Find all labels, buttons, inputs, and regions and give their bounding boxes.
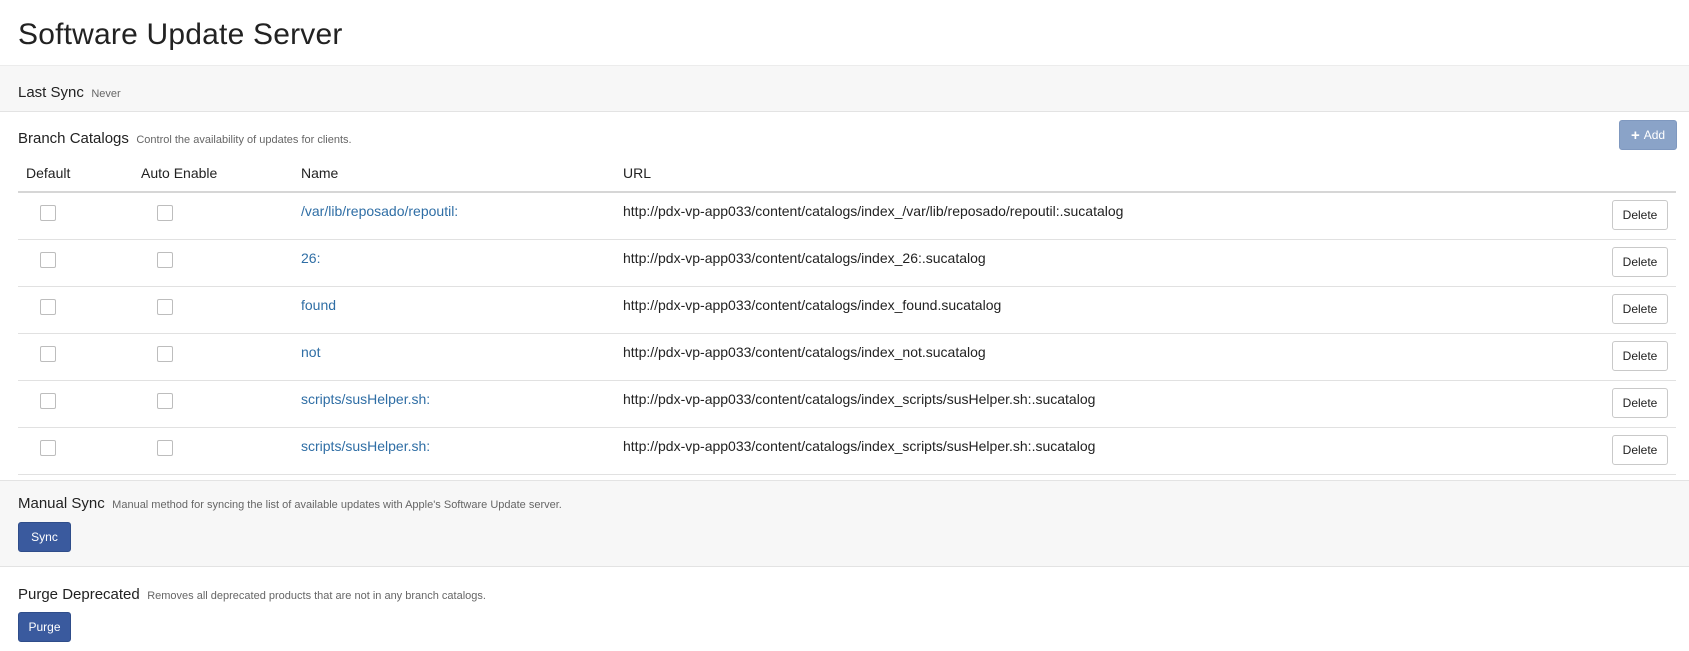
last-sync-label: Last Sync	[18, 84, 84, 101]
purge-deprecated-label: Purge Deprecated	[18, 586, 140, 603]
delete-button[interactable]: Delete	[1612, 293, 1668, 324]
branch-catalogs-table: Default Auto Enable Name URL /var/lib/re…	[18, 157, 1676, 475]
default-checkbox[interactable]	[40, 439, 56, 456]
manual-sync-label: Manual Sync	[18, 495, 105, 512]
table-row: found http://pdx-vp-app033/content/catal…	[18, 286, 1676, 334]
table-header-row: Default Auto Enable Name URL	[18, 157, 1676, 193]
sync-button[interactable]: Sync	[18, 522, 71, 552]
catalog-name-link[interactable]: 26:	[301, 250, 320, 266]
catalog-url: http://pdx-vp-app033/content/catalogs/in…	[623, 437, 1096, 454]
catalog-url: http://pdx-vp-app033/content/catalogs/in…	[623, 296, 1002, 313]
column-header-actions	[1596, 157, 1676, 193]
auto-enable-checkbox[interactable]	[157, 251, 173, 268]
column-header-url[interactable]: URL	[615, 157, 1596, 193]
plus-icon: +	[1630, 126, 1640, 144]
auto-enable-checkbox[interactable]	[157, 345, 173, 362]
table-row: 26: http://pdx-vp-app033/content/catalog…	[18, 239, 1676, 287]
catalog-url: http://pdx-vp-app033/content/catalogs/in…	[623, 390, 1096, 407]
table-row: scripts/susHelper.sh: http://pdx-vp-app0…	[18, 380, 1676, 428]
catalog-url: http://pdx-vp-app033/content/catalogs/in…	[623, 343, 986, 360]
add-catalog-button[interactable]: + Add	[1619, 120, 1677, 150]
auto-enable-checkbox[interactable]	[157, 392, 173, 409]
last-sync-value: Never	[91, 88, 121, 100]
purge-deprecated-help: Removes all deprecated products that are…	[147, 590, 486, 602]
last-sync-line: Last Sync Never	[18, 84, 121, 102]
table-row: scripts/susHelper.sh: http://pdx-vp-app0…	[18, 427, 1676, 475]
branch-catalogs-header: Branch Catalogs Control the availability…	[18, 130, 352, 148]
default-checkbox[interactable]	[40, 298, 56, 315]
auto-enable-checkbox[interactable]	[157, 298, 173, 315]
catalog-name-link[interactable]: scripts/susHelper.sh:	[301, 438, 430, 454]
column-header-default[interactable]: Default	[18, 157, 133, 193]
table-row: /var/lib/reposado/repoutil: http://pdx-v…	[18, 192, 1676, 240]
table-row: not http://pdx-vp-app033/content/catalog…	[18, 333, 1676, 381]
delete-button[interactable]: Delete	[1612, 200, 1668, 230]
purge-button[interactable]: Purge	[18, 612, 71, 642]
default-checkbox[interactable]	[40, 392, 56, 409]
auto-enable-checkbox[interactable]	[157, 205, 173, 221]
default-checkbox[interactable]	[40, 345, 56, 362]
catalog-name-link[interactable]: /var/lib/reposado/repoutil:	[301, 203, 458, 219]
branch-catalogs-help: Control the availability of updates for …	[136, 134, 352, 146]
auto-enable-checkbox[interactable]	[157, 439, 173, 456]
purge-deprecated-header: Purge Deprecated Removes all deprecated …	[18, 586, 486, 604]
delete-button[interactable]: Delete	[1612, 434, 1668, 465]
manual-sync-header: Manual Sync Manual method for syncing th…	[18, 495, 562, 513]
add-button-label: Add	[1643, 128, 1666, 142]
software-update-server-page: Software Update Server Last Sync Never B…	[0, 0, 1689, 651]
catalog-name-link[interactable]: scripts/susHelper.sh:	[301, 391, 430, 407]
manual-sync-help: Manual method for syncing the list of av…	[112, 499, 562, 511]
manual-sync-section: Manual Sync Manual method for syncing th…	[0, 480, 1689, 567]
delete-button[interactable]: Delete	[1612, 387, 1668, 418]
delete-button[interactable]: Delete	[1612, 246, 1668, 277]
column-header-name[interactable]: Name	[293, 157, 615, 193]
default-checkbox[interactable]	[40, 251, 56, 268]
page-title: Software Update Server	[18, 18, 343, 51]
catalog-name-link[interactable]: found	[301, 297, 336, 313]
last-sync-section: Last Sync Never	[0, 65, 1689, 112]
branch-catalogs-label: Branch Catalogs	[18, 130, 129, 147]
catalog-name-link[interactable]: not	[301, 344, 320, 360]
column-header-auto-enable[interactable]: Auto Enable	[133, 157, 293, 193]
delete-button[interactable]: Delete	[1612, 340, 1668, 371]
catalog-url: http://pdx-vp-app033/content/catalogs/in…	[623, 249, 986, 266]
default-checkbox[interactable]	[40, 205, 56, 221]
catalog-url: http://pdx-vp-app033/content/catalogs/in…	[623, 203, 1124, 219]
